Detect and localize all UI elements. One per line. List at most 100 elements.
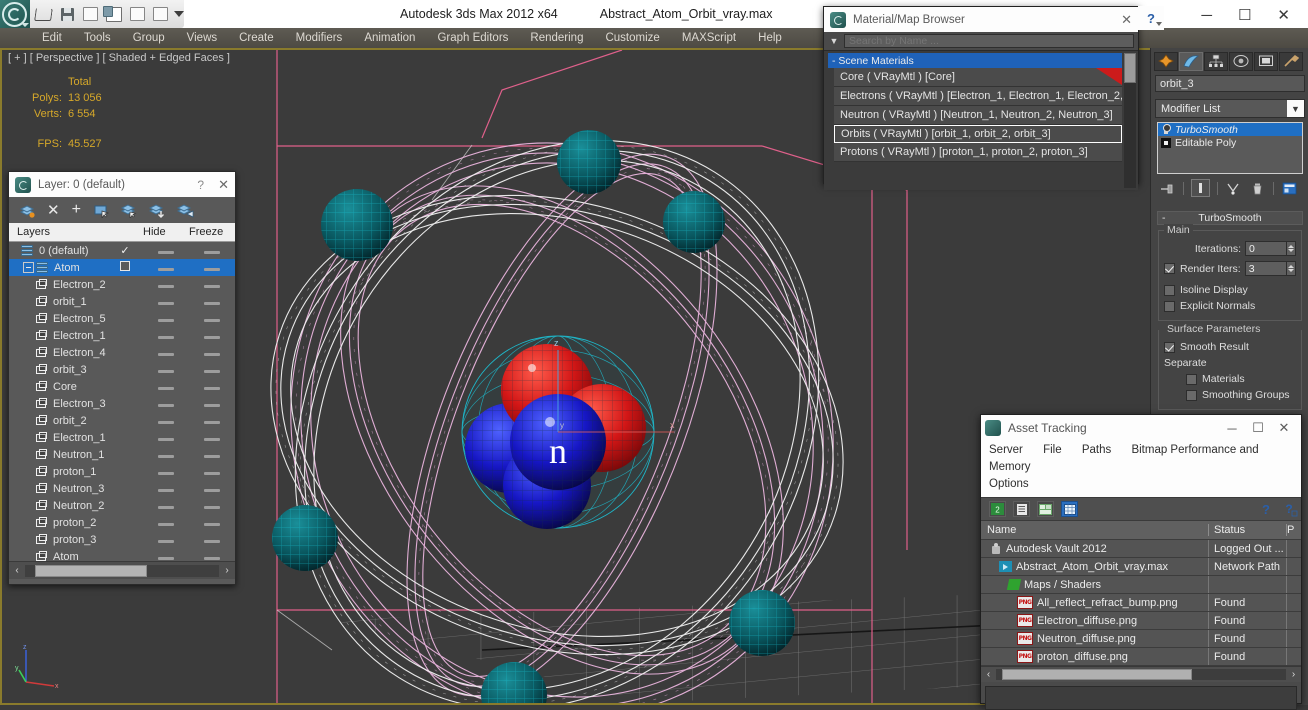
render-iters-row[interactable]: Render Iters: 3 [1164, 260, 1296, 277]
asset-row[interactable]: PNG proton_diffuse.png Found [981, 648, 1301, 666]
layer-hide-toggle[interactable] [143, 449, 189, 461]
asset-list[interactable]: Autodesk Vault 2012 Logged Out ... Abstrac… [981, 540, 1301, 666]
layer-row-name-cell[interactable]: Atom [9, 550, 107, 561]
hide-layer-icon[interactable] [176, 203, 194, 218]
layer-row-name-cell[interactable]: orbit_2 [9, 414, 107, 427]
layer-row-name-cell[interactable]: proton_2 [9, 516, 107, 529]
scroll-thumb[interactable] [1002, 669, 1192, 680]
layer-active-toggle[interactable] [107, 261, 143, 274]
menu-tools[interactable]: Tools [84, 32, 111, 44]
layer-freeze-toggle[interactable] [189, 551, 235, 562]
asset-row[interactable]: PNG Neutron_diffuse.png Found [981, 630, 1301, 648]
modifier-list-dropdown[interactable]: Modifier List ▼ [1155, 99, 1305, 118]
help-icon[interactable]: ? [197, 178, 204, 192]
asset-name-cell[interactable]: PNG All_reflect_refract_bump.png [981, 594, 1209, 611]
layer-row-name-cell[interactable]: Electron_4 [9, 346, 107, 359]
asset-tracking-toolbar[interactable]: 2 ? ? [981, 497, 1301, 521]
modifier-stack-toolbar[interactable] [1151, 177, 1308, 199]
explicit-normals-row[interactable]: Explicit Normals [1164, 298, 1296, 314]
layer-freeze-toggle[interactable] [189, 364, 235, 376]
layer-freeze-toggle[interactable] [189, 398, 235, 410]
create-tab[interactable] [1154, 51, 1178, 71]
layer-row[interactable]: 0 (default) ✓ [9, 242, 235, 259]
layer-row-name-cell[interactable]: Electron_1 [9, 329, 107, 342]
material-map-browser-dialog[interactable]: Material/Map Browser ✕ ▼ - Scene Materia… [823, 6, 1139, 190]
asset-name-cell[interactable]: PNG Neutron_diffuse.png [981, 630, 1209, 647]
help-alt-icon[interactable]: ? [1281, 501, 1298, 517]
material-search-bar[interactable]: ▼ [824, 32, 1138, 50]
layer-hide-toggle[interactable] [143, 432, 189, 444]
display-tab[interactable] [1254, 51, 1278, 71]
asset-tracking-dialog[interactable]: Asset Tracking ─ ☐ ✕ Server File Paths B… [980, 414, 1302, 710]
scroll-left-arrow[interactable]: ‹ [981, 669, 996, 680]
layer-row-name-cell[interactable]: orbit_1 [9, 295, 107, 308]
layer-row[interactable]: orbit_1 [9, 293, 235, 310]
turbosmooth-rollout-header[interactable]: - TurboSmooth [1157, 211, 1303, 225]
layer-row[interactable]: Electron_3 [9, 395, 235, 412]
scroll-right-arrow[interactable]: › [1286, 669, 1301, 680]
smoothing-groups-checkbox[interactable] [1186, 389, 1197, 401]
close-button[interactable]: ✕ [1277, 8, 1290, 23]
material-browser-help-button[interactable]: ? [1138, 6, 1164, 30]
hierarchy-tab[interactable] [1204, 51, 1228, 71]
menu-views[interactable]: Views [187, 32, 217, 44]
layer-freeze-toggle[interactable] [189, 296, 235, 308]
layer-row[interactable]: Atom [9, 259, 235, 276]
layer-hide-toggle[interactable] [143, 347, 189, 359]
layer-freeze-toggle[interactable] [189, 534, 235, 546]
save-file-icon[interactable] [58, 4, 76, 24]
set-key-icon[interactable] [103, 4, 123, 24]
layer-row-name-cell[interactable]: Electron_2 [9, 278, 107, 291]
modify-tab[interactable] [1179, 51, 1203, 71]
materials-row[interactable]: Materials [1164, 371, 1296, 387]
menu-rendering[interactable]: Rendering [530, 32, 583, 44]
make-unique-icon[interactable] [1225, 180, 1242, 196]
expander-icon[interactable] [23, 262, 34, 273]
scroll-track[interactable] [25, 564, 219, 577]
material-row[interactable]: Neutron ( VRayMtl ) [Neutron_1, Neutron_… [834, 106, 1122, 125]
open-file-icon[interactable] [34, 4, 54, 24]
layer-row[interactable]: Neutron_1 [9, 446, 235, 463]
minimize-button[interactable]: ─ [1201, 8, 1212, 23]
maximize-button[interactable]: ☐ [1245, 420, 1271, 436]
window-controls[interactable]: ─ ☐ ✕ [1201, 0, 1304, 30]
layer-freeze-toggle[interactable] [189, 347, 235, 359]
layer-row[interactable]: Neutron_3 [9, 480, 235, 497]
materials-checkbox[interactable] [1186, 373, 1197, 385]
asset-name-cell[interactable]: Abstract_Atom_Orbit_vray.max [981, 558, 1209, 575]
motion-tab[interactable] [1229, 51, 1253, 71]
layer-hide-toggle[interactable] [143, 364, 189, 376]
menu-customize[interactable]: Customize [605, 32, 659, 44]
layer-row[interactable]: Atom [9, 548, 235, 561]
layer-freeze-toggle[interactable] [189, 432, 235, 444]
layer-list[interactable]: 0 (default) ✓ Atom Electron_2 orbit_1 Electro… [9, 242, 235, 561]
material-rows[interactable]: Core ( VRayMtl ) [Core] Electrons ( VRayM… [824, 68, 1138, 162]
layer-row[interactable]: proton_1 [9, 463, 235, 480]
help-question-icon[interactable]: ? [1147, 11, 1155, 26]
refresh-icon[interactable]: 2 [989, 501, 1006, 517]
asset-row[interactable]: Abstract_Atom_Orbit_vray.max Network Path [981, 558, 1301, 576]
layer-row-name-cell[interactable]: Core [9, 380, 107, 393]
asset-row[interactable]: PNG Electron_diffuse.png Found [981, 612, 1301, 630]
modifier-stack-row[interactable]: Editable Poly [1158, 136, 1302, 149]
layer-manager-dialog[interactable]: Layer: 0 (default) ? ✕ ✕ + Layers Hide F… [8, 171, 236, 585]
configure-sets-icon[interactable] [1281, 180, 1298, 196]
grid-view-icon[interactable] [1061, 501, 1078, 517]
scroll-left-arrow[interactable]: ‹ [9, 565, 25, 576]
layer-hide-toggle[interactable] [143, 381, 189, 393]
scene-materials-group-header[interactable]: - Scene Materials [828, 53, 1122, 68]
select-objects-icon[interactable] [93, 203, 110, 219]
rollout-collapse-icon[interactable]: - [1162, 212, 1166, 224]
key-filters-icon[interactable] [152, 4, 170, 24]
checkbox-empty-icon[interactable] [120, 261, 130, 271]
layer-hide-toggle[interactable] [143, 279, 189, 291]
iterations-field[interactable]: 0 [1245, 241, 1287, 256]
maximize-button[interactable]: ☐ [1238, 8, 1251, 23]
search-input[interactable] [844, 34, 1134, 48]
layer-freeze-toggle[interactable] [189, 415, 235, 427]
layer-hide-toggle[interactable] [143, 398, 189, 410]
layer-hide-toggle[interactable] [143, 466, 189, 478]
highlight-selected-icon[interactable] [148, 203, 165, 218]
asset-horizontal-scrollbar[interactable]: ‹ › [981, 666, 1301, 682]
asset-row[interactable]: Maps / Shaders [981, 576, 1301, 594]
